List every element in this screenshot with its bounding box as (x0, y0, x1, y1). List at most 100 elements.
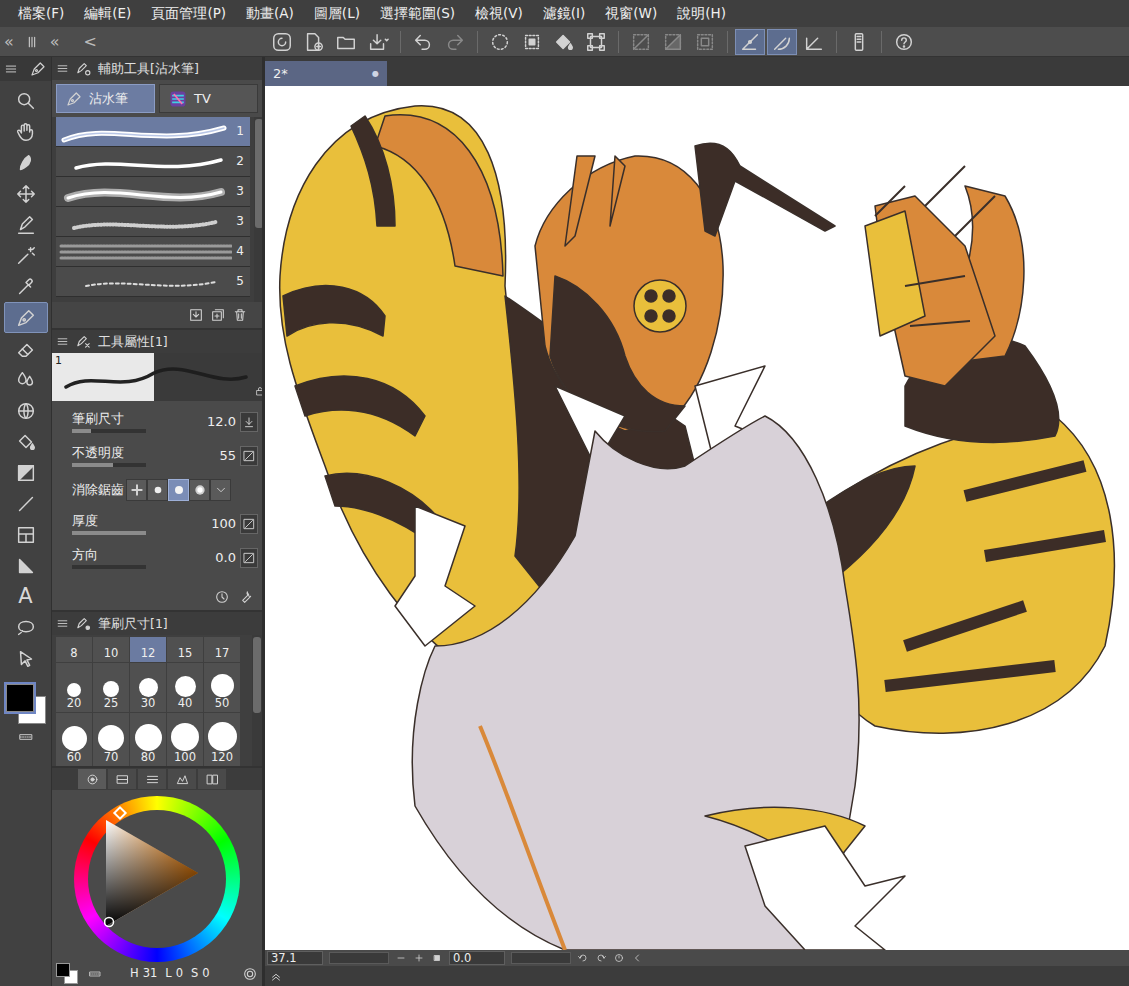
tool-button[interactable] (4, 550, 48, 581)
drawing-canvas[interactable] (265, 86, 1129, 950)
command-button[interactable] (299, 29, 329, 55)
brush-size-cell[interactable]: 17 (204, 637, 240, 662)
command-button[interactable] (517, 29, 547, 55)
tool-button[interactable] (4, 395, 48, 426)
antialias-dropdown[interactable] (210, 479, 231, 501)
brush-size-cell[interactable]: 20 (56, 663, 92, 712)
menu-item[interactable]: 檢視(V) (465, 2, 533, 24)
command-button[interactable] (363, 29, 393, 55)
brush-size-cell[interactable]: 15 (167, 637, 203, 662)
subtool-row[interactable]: 1 (56, 117, 250, 147)
property-button[interactable] (240, 514, 258, 534)
close-dot[interactable]: ● (372, 69, 379, 79)
transparent-color[interactable] (0, 730, 51, 744)
zoom-slider[interactable] (329, 952, 389, 964)
zoom-field[interactable]: 37.1 (267, 951, 323, 965)
color-panel-tab[interactable] (108, 769, 136, 789)
property-button[interactable] (240, 446, 258, 466)
brush-size-cell[interactable]: 80 (130, 713, 166, 766)
menu-item[interactable]: 濾鏡(I) (533, 2, 596, 24)
command-button[interactable] (626, 29, 656, 55)
tool-button[interactable] (4, 240, 48, 271)
menu-item[interactable]: 動畫(A) (236, 2, 304, 24)
menu-item[interactable]: 編輯(E) (74, 2, 141, 24)
command-button[interactable] (889, 29, 919, 55)
tool-button[interactable] (4, 302, 48, 333)
antialias-option[interactable] (147, 479, 168, 501)
scrollbar[interactable] (254, 117, 262, 302)
main-color-swatch[interactable] (6, 684, 34, 712)
tool-button[interactable] (4, 519, 48, 550)
brush-size-cell[interactable]: 100 (167, 713, 203, 766)
tool-button[interactable] (4, 612, 48, 643)
collapse-button[interactable]: « (4, 32, 14, 51)
tool-button[interactable] (4, 333, 48, 364)
menu-item[interactable]: 圖層(L) (304, 2, 370, 24)
subtool-row[interactable]: 3 (56, 177, 250, 207)
saturation-triangle[interactable] (104, 818, 200, 928)
tool-button[interactable] (4, 488, 48, 519)
antialias-option[interactable] (126, 479, 147, 501)
command-button[interactable] (658, 29, 688, 55)
tool-button[interactable] (4, 457, 48, 488)
menu-item[interactable]: 視窗(W) (595, 2, 667, 24)
tool-button[interactable] (4, 643, 48, 674)
menu-item[interactable]: 檔案(F) (8, 2, 74, 24)
property-value[interactable]: 0.0 (172, 550, 240, 566)
property-value[interactable]: 100 (172, 516, 240, 532)
subtool-row[interactable]: 2 (56, 147, 250, 177)
tool-button[interactable] (4, 85, 48, 116)
brush-size-cell[interactable]: 25 (93, 663, 129, 712)
subtool-row[interactable]: 4 (56, 237, 250, 267)
collapse-button[interactable]: « (50, 32, 60, 51)
tool-button[interactable] (4, 116, 48, 147)
menu-item[interactable]: 頁面管理(P) (141, 2, 236, 24)
brush-size-cell[interactable]: 8 (56, 637, 92, 662)
color-panel-tab[interactable] (198, 769, 226, 789)
command-button[interactable] (408, 29, 438, 55)
property-slider[interactable] (72, 531, 146, 535)
tool-button[interactable] (4, 178, 48, 209)
angle-field[interactable]: 0.0 (449, 951, 505, 965)
antialias-option[interactable] (189, 479, 210, 501)
brush-size-cell[interactable]: 10 (93, 637, 129, 662)
property-button[interactable] (240, 412, 258, 432)
command-button[interactable] (331, 29, 361, 55)
command-button[interactable] (440, 29, 470, 55)
scrollbar[interactable] (252, 635, 262, 766)
command-button[interactable] (690, 29, 720, 55)
command-button[interactable] (799, 29, 829, 55)
property-value[interactable]: 55 (172, 448, 240, 464)
scroll-thumb[interactable] (253, 637, 261, 713)
brush-size-cell[interactable]: 50 (204, 663, 240, 712)
command-button[interactable] (485, 29, 515, 55)
command-button[interactable] (735, 29, 765, 55)
command-button[interactable] (844, 29, 874, 55)
color-panel-tab[interactable] (138, 769, 166, 789)
mini-swatches[interactable] (56, 963, 80, 985)
brush-size-cell[interactable]: 120 (204, 713, 240, 766)
subtool-row[interactable]: 5 (56, 267, 250, 297)
subtool-row[interactable]: 3 (56, 207, 250, 237)
subtool-group-tab[interactable]: TV (159, 84, 258, 113)
angle-slider[interactable] (511, 952, 571, 964)
scroll-thumb[interactable] (255, 119, 262, 228)
brush-size-cell[interactable]: 60 (56, 713, 92, 766)
property-slider[interactable] (72, 429, 146, 433)
property-slider[interactable] (72, 565, 146, 569)
tool-button[interactable] (4, 147, 48, 178)
brush-size-cell[interactable]: 70 (93, 713, 129, 766)
brush-size-cell[interactable]: 30 (130, 663, 166, 712)
tool-button[interactable] (4, 364, 48, 395)
command-button[interactable] (767, 29, 797, 55)
antialias-option[interactable] (168, 479, 189, 501)
tool-button[interactable] (4, 209, 48, 240)
color-panel-tab[interactable] (168, 769, 196, 789)
command-button[interactable] (549, 29, 579, 55)
tool-button[interactable]: A (4, 581, 48, 612)
document-tab[interactable]: 2*● (265, 61, 387, 86)
subtool-group-tab[interactable]: 沾水筆 (56, 84, 155, 113)
property-button[interactable] (240, 548, 258, 568)
property-value[interactable]: 12.0 (172, 414, 240, 430)
collapse-button[interactable]: < (84, 32, 97, 51)
